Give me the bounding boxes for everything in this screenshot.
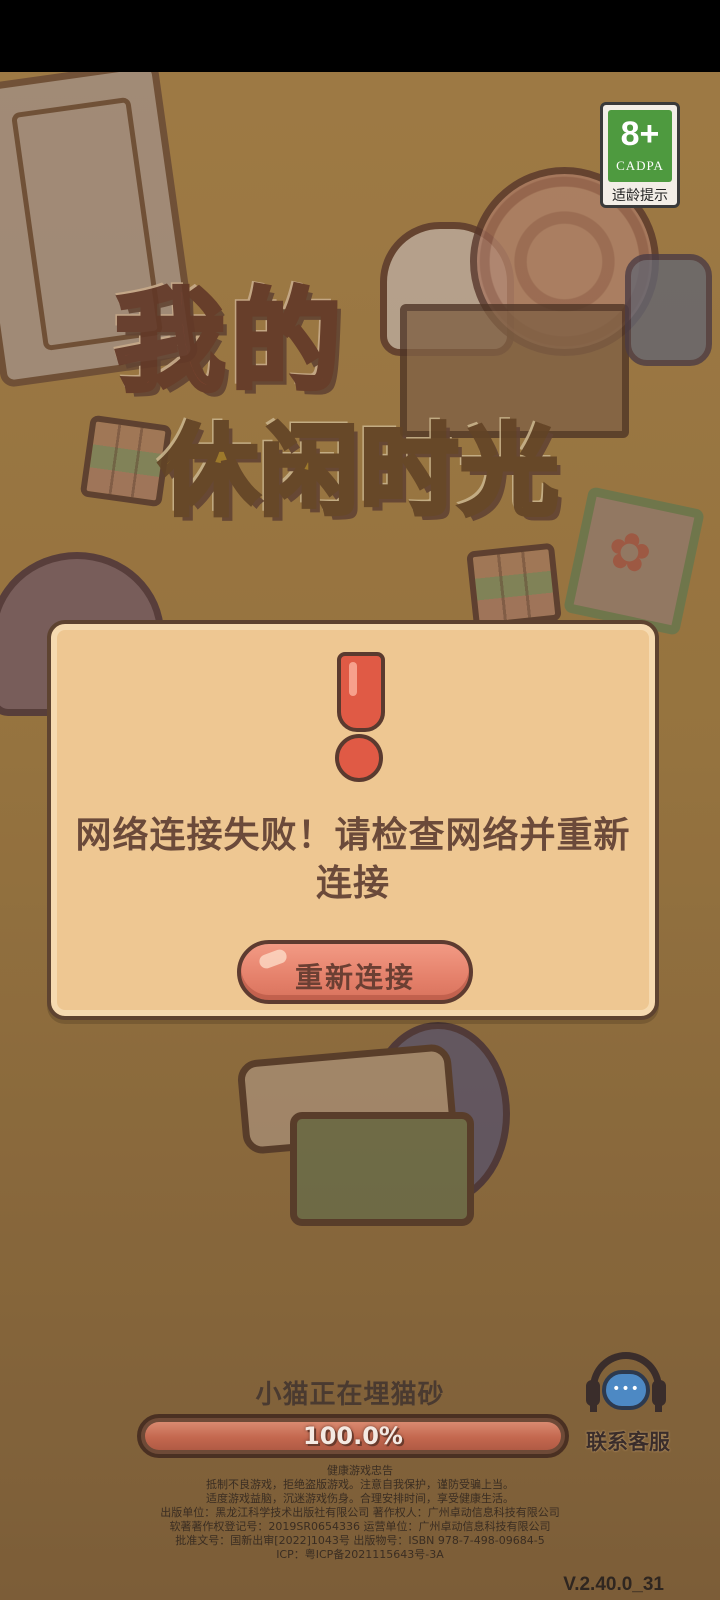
loading-progress-bar: 100.0% — [137, 1414, 569, 1458]
legal-line: 健康游戏忠告 — [327, 1464, 393, 1477]
customer-service-button[interactable]: ••• 联系客服 — [578, 1352, 678, 1462]
legal-line: ICP：粤ICP备2021115643号-3A — [276, 1548, 444, 1561]
exclamation-icon — [329, 652, 389, 782]
legal-line: 适度游戏益脑，沉迷游戏伤身。合理安排时间，享受健康生活。 — [206, 1492, 514, 1505]
status-bar — [0, 0, 720, 72]
legal-line: 抵制不良游戏，拒绝盗版游戏。注意自我保护，谨防受骗上当。 — [206, 1478, 514, 1491]
legal-line: 批准文号：国新出审[2022]1043号 出版物号：ISBN 978-7-498… — [175, 1534, 545, 1547]
progress-percent: 100.0% — [303, 1422, 403, 1450]
legal-notice: 健康游戏忠告 抵制不良游戏，拒绝盗版游戏。注意自我保护，谨防受骗上当。 适度游戏… — [60, 1464, 660, 1562]
error-message: 网络连接失败！请检查网络并重新连接 — [75, 815, 631, 904]
age-rating-badge: 8+ CADPA 适龄提示 — [600, 102, 680, 208]
version-text: V.2.40.0_31 — [563, 1574, 664, 1595]
age-rating-hint: 适龄提示 — [612, 188, 668, 204]
loading-status-text: 小猫正在埋猫砂 — [255, 1380, 445, 1410]
game-scene: 我的 休闲时光 8+ CADPA 适龄提示 网络连接失败！请检查网络并重新连接 … — [0, 72, 720, 1600]
customer-service-label: 联系客服 — [586, 1430, 670, 1454]
age-rating-org: CADPA — [616, 158, 664, 173]
age-rating-value: 8+ — [620, 115, 660, 153]
customer-service-headset-icon: ••• — [586, 1352, 666, 1424]
reconnect-button-label: 重新连接 — [294, 961, 415, 994]
legal-line: 软著著作权登记号：2019SR0654336 运营单位：广州卓动信息科技有限公司 — [169, 1520, 551, 1533]
network-error-dialog: 网络连接失败！请检查网络并重新连接 重新连接 — [47, 620, 659, 1020]
reconnect-button[interactable]: 重新连接 — [237, 940, 473, 1004]
legal-line: 出版单位：黑龙江科学技术出版社有限公司 著作权人：广州卓动信息科技有限公司 — [160, 1506, 560, 1519]
